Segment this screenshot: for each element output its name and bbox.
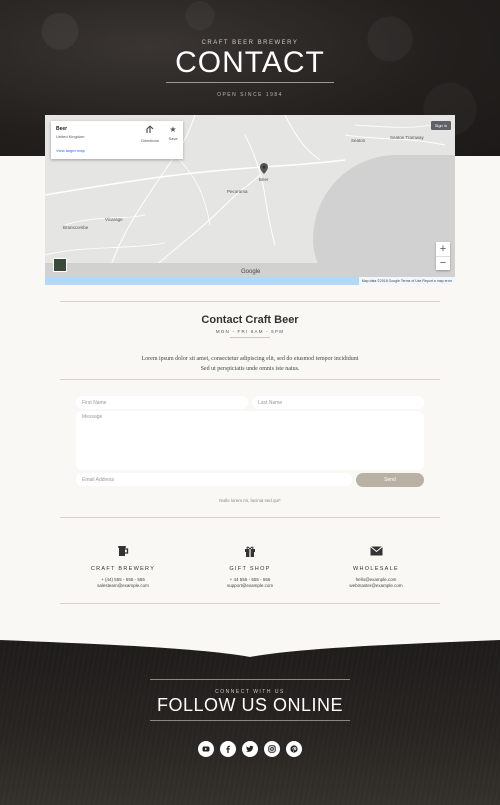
section-divider-top bbox=[60, 301, 440, 302]
info-craft-brewery: CRAFT BREWERY + (44) 555 - 555 - 555 sal… bbox=[63, 544, 183, 589]
contact-heading: Contact Craft Beer bbox=[201, 314, 299, 326]
directions-button[interactable]: Directions bbox=[139, 125, 161, 143]
gift-icon bbox=[190, 544, 310, 558]
zoom-in-button[interactable]: + bbox=[436, 242, 450, 256]
contact-description: Lorem ipsum dolor sit amet, consectetur … bbox=[141, 356, 359, 372]
page-title: CONTACT bbox=[175, 46, 325, 79]
star-icon: ★ bbox=[169, 125, 177, 134]
opening-hours: MON - FRI 8AM - 5PM bbox=[215, 329, 285, 334]
map-sign-in-button[interactable]: Sign in bbox=[430, 121, 451, 130]
message-field[interactable] bbox=[76, 411, 424, 470]
directions-label: Directions bbox=[141, 138, 159, 143]
email-field[interactable] bbox=[76, 473, 352, 486]
map-label-pecorama: Pecorama bbox=[227, 189, 248, 194]
info-email-secondary[interactable]: webmaster@example.com bbox=[316, 583, 436, 589]
directions-icon bbox=[139, 125, 161, 137]
heading-underline bbox=[230, 337, 270, 338]
view-larger-map-link[interactable]: View larger map bbox=[56, 148, 85, 153]
footer-top-rule bbox=[150, 679, 350, 680]
info-gift-shop: GIFT SHOP + 44 555 - 555 - 555 support@e… bbox=[190, 544, 310, 589]
map-label-seaton-tramway: Seaton Tramway bbox=[390, 135, 424, 140]
last-name-field[interactable] bbox=[252, 396, 424, 409]
footer-notch bbox=[0, 640, 500, 657]
section-divider-middle bbox=[60, 379, 440, 380]
embedded-map[interactable]: Seaton Seaton Tramway Beer Pecorama Vica… bbox=[45, 115, 455, 285]
info-email[interactable]: support@example.com bbox=[190, 583, 310, 589]
save-place-button[interactable]: ★ Save bbox=[165, 125, 181, 141]
map-label-seaton: Seaton bbox=[351, 138, 366, 143]
info-email[interactable]: salesteam@example.com bbox=[63, 583, 183, 589]
save-label: Save bbox=[168, 136, 178, 141]
footer-bottom-rule bbox=[150, 720, 350, 721]
map-pin-icon[interactable] bbox=[260, 163, 268, 174]
beer-mug-icon bbox=[63, 544, 183, 558]
zoom-out-button[interactable]: − bbox=[436, 257, 450, 270]
info-name: WHOLESALE bbox=[353, 566, 399, 572]
youtube-icon[interactable] bbox=[198, 741, 214, 757]
info-name: CRAFT BREWERY bbox=[90, 566, 156, 572]
map-label-branscombe: Branscombe bbox=[63, 225, 89, 230]
map-attribution[interactable]: Map data ©2018 Google Terms of Use Repor… bbox=[358, 277, 455, 285]
envelope-icon bbox=[316, 544, 436, 558]
twitter-icon[interactable] bbox=[242, 741, 258, 757]
pinterest-icon[interactable] bbox=[286, 741, 302, 757]
map-label-beer: Beer bbox=[259, 177, 269, 182]
facebook-icon[interactable] bbox=[220, 741, 236, 757]
first-name-field[interactable] bbox=[76, 396, 248, 409]
map-zoom-control: + − bbox=[436, 242, 450, 270]
map-place-name: Beer bbox=[56, 126, 68, 132]
footer-background-image bbox=[0, 640, 500, 805]
section-divider-bottom bbox=[60, 603, 440, 604]
info-name: GIFT SHOP bbox=[229, 566, 271, 572]
google-logo: Google bbox=[241, 269, 261, 275]
section-divider-lower bbox=[60, 517, 440, 518]
map-type-toggle[interactable] bbox=[53, 258, 67, 272]
hero-divider bbox=[166, 82, 334, 83]
footer-title: FOLLOW US ONLINE bbox=[156, 695, 344, 715]
info-wholesale: WHOLESALE hello@example.com webmaster@ex… bbox=[316, 544, 436, 589]
send-button[interactable]: Send bbox=[356, 473, 424, 487]
map-place-country: United Kingdom bbox=[56, 134, 85, 139]
map-place-card: Beer United Kingdom View larger map Dire… bbox=[51, 121, 183, 159]
footer bbox=[0, 640, 500, 805]
form-note: Nullo lorem mi, lacinia sed qui* bbox=[219, 498, 281, 503]
map-label-vicarage: Vicarage bbox=[105, 217, 123, 222]
instagram-icon[interactable] bbox=[264, 741, 280, 757]
hero-subtitle: OPEN SINCE 1984 bbox=[217, 92, 283, 98]
